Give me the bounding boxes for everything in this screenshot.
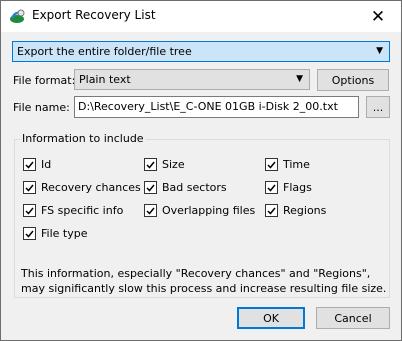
information-group-title: Information to include	[20, 132, 146, 145]
checkmark-icon	[146, 184, 155, 192]
checkbox-box	[23, 204, 36, 217]
flags-checkbox-label: Flags	[283, 181, 312, 194]
performance-note: This information, especially "Recovery c…	[21, 267, 387, 295]
close-icon: ✕	[370, 6, 386, 27]
flags-checkbox[interactable]: Flags	[265, 181, 312, 194]
checkmark-icon	[146, 161, 155, 169]
close-button[interactable]: ✕	[355, 1, 401, 32]
file-name-label: File name:	[13, 101, 70, 114]
checkmark-icon	[25, 230, 34, 238]
export-recovery-list-dialog: Export Recovery List ✕ Export the entire…	[0, 0, 402, 341]
size-checkbox-label: Size	[162, 158, 185, 171]
cancel-button[interactable]: Cancel	[316, 307, 390, 329]
recovery-chances-checkbox[interactable]: Recovery chances	[23, 181, 141, 194]
overlapping-files-checkbox[interactable]: Overlapping files	[144, 204, 255, 217]
regions-checkbox-label: Regions	[283, 204, 327, 217]
checkbox-box	[265, 158, 278, 171]
checkbox-box	[144, 158, 157, 171]
checkmark-icon	[267, 184, 276, 192]
chevron-down-icon: ▼	[296, 74, 303, 84]
id-checkbox-label: Id	[41, 158, 52, 171]
checkmark-icon	[25, 161, 34, 169]
browse-button-label: ...	[372, 100, 384, 114]
file-type-checkbox[interactable]: File type	[23, 227, 87, 240]
cancel-button-label: Cancel	[334, 311, 372, 325]
browse-button[interactable]: ...	[366, 96, 390, 118]
checkbox-box	[23, 158, 36, 171]
checkbox-box	[265, 181, 278, 194]
file-format-select[interactable]: Plain text ▼	[74, 69, 310, 90]
checkbox-box	[144, 204, 157, 217]
window-title: Export Recovery List	[32, 8, 156, 22]
export-scope-value: Export the entire folder/file tree	[17, 45, 192, 58]
ok-button-label: OK	[263, 311, 279, 325]
bad-sectors-checkbox-label: Bad sectors	[162, 181, 227, 194]
bad-sectors-checkbox[interactable]: Bad sectors	[144, 181, 227, 194]
checkbox-box	[144, 181, 157, 194]
checkmark-icon	[267, 161, 276, 169]
id-checkbox[interactable]: Id	[23, 158, 51, 171]
file-type-checkbox-label: File type	[41, 227, 88, 240]
overlapping-files-checkbox-label: Overlapping files	[162, 204, 256, 217]
app-icon	[10, 9, 25, 23]
file-name-value: D:\Recovery_List\E_C-ONE 01GB i-Disk 2_0…	[78, 100, 338, 113]
checkbox-box	[23, 227, 36, 240]
fs-specific-info-checkbox[interactable]: FS specific info	[23, 204, 123, 217]
options-button[interactable]: Options	[317, 69, 389, 91]
checkbox-box	[23, 181, 36, 194]
regions-checkbox[interactable]: Regions	[265, 204, 326, 217]
checkmark-icon	[25, 184, 34, 192]
checkmark-icon	[25, 207, 34, 215]
time-checkbox-label: Time	[283, 158, 310, 171]
recovery-chances-checkbox-label: Recovery chances	[41, 181, 141, 194]
size-checkbox[interactable]: Size	[144, 158, 185, 171]
file-name-input[interactable]: D:\Recovery_List\E_C-ONE 01GB i-Disk 2_0…	[74, 96, 359, 118]
checkbox-box	[265, 204, 278, 217]
time-checkbox[interactable]: Time	[265, 158, 310, 171]
file-format-value: Plain text	[79, 73, 131, 86]
checkmark-icon	[267, 207, 276, 215]
chevron-down-icon: ▼	[376, 46, 383, 56]
checkmark-icon	[146, 207, 155, 215]
fs-specific-info-checkbox-label: FS specific info	[41, 204, 124, 217]
options-button-label: Options	[331, 73, 375, 87]
file-format-label: File format:	[13, 74, 76, 87]
ok-button[interactable]: OK	[237, 307, 305, 329]
export-scope-select[interactable]: Export the entire folder/file tree ▼	[12, 41, 390, 62]
title-bar: Export Recovery List ✕	[1, 1, 401, 32]
